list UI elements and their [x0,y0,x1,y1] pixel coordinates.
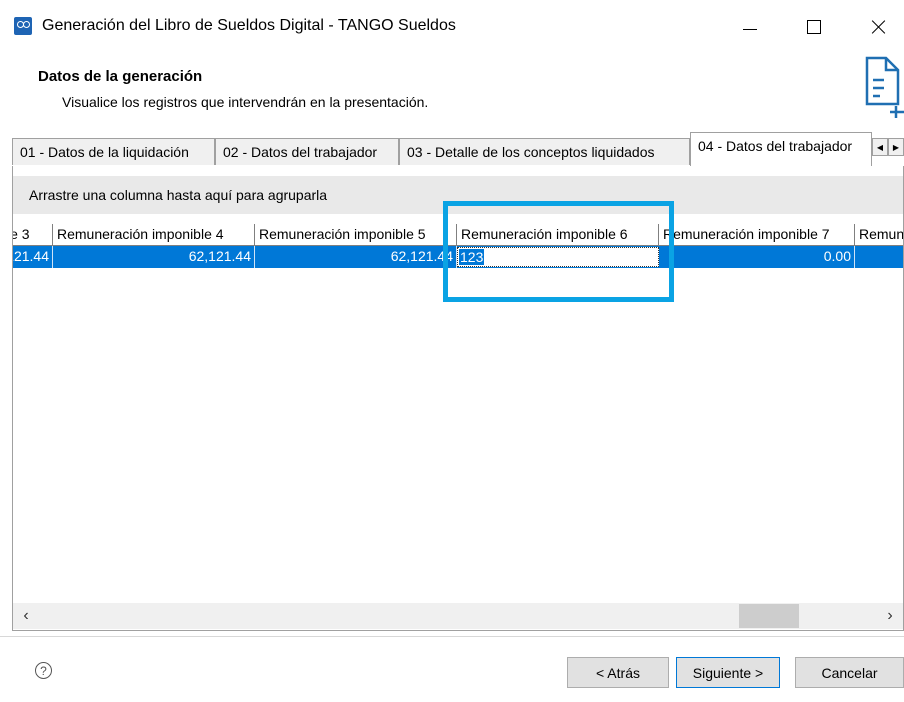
tab-scroll-left-button[interactable]: ◀ [872,138,888,156]
group-by-hint: Arrastre una columna hasta aquí para agr… [29,187,328,203]
column-header-remuneracion-3[interactable]: Remuneración imponible 3 [13,224,53,246]
grid-header: Remuneración imponible 3 Remuneración im… [13,224,903,246]
close-button[interactable] [850,0,904,54]
tab-datos-liquidacion[interactable]: 01 - Datos de la liquidación [12,138,215,165]
document-add-icon [865,56,904,118]
maximize-button[interactable] [786,0,842,54]
title-bar: Generación del Libro de Sueldos Digital … [0,0,904,54]
footer-divider [0,636,904,637]
maximize-icon [807,20,821,34]
minimize-button[interactable] [722,0,778,54]
cell-remuneracion-5[interactable]: 62,121.44 [255,246,457,268]
grid-panel: Arrastre una columna hasta aquí para agr… [12,166,904,631]
next-button[interactable]: Siguiente > [676,657,780,688]
minimize-icon [743,28,757,30]
column-header-remuneracion-5[interactable]: Remuneración imponible 5 [255,224,457,246]
arrow-right-icon: ▶ [892,142,900,152]
back-button[interactable]: < Atrás [567,657,669,688]
scrollbar-thumb[interactable] [739,604,799,628]
cell-remuneracion-4[interactable]: 62,121.44 [53,246,255,268]
scroll-left-icon[interactable]: ‹ [13,603,39,629]
help-icon[interactable]: ? [35,662,52,679]
header-subtitle: Visualice los registros que intervendrán… [62,94,429,110]
tab-scroll-right-button[interactable]: ▶ [888,138,904,156]
cell-remuneracion-7[interactable]: 0.00 [659,246,855,268]
tab-datos-trabajador-2[interactable]: 04 - Datos del trabajador [690,132,872,166]
tab-datos-trabajador[interactable]: 02 - Datos del trabajador [215,138,399,165]
window-title: Generación del Libro de Sueldos Digital … [42,17,456,34]
cell-remuneracion-8[interactable] [855,246,903,268]
column-header-remuneracion-7[interactable]: Remuneración imponible 7 [659,224,855,246]
cell-remuneracion-3[interactable]: 62,121.44 [13,246,53,268]
column-header-remuneracion-4[interactable]: Remuneración imponible 4 [53,224,255,246]
column-header-remuneracion-8[interactable]: Remuneración imponible 8 [855,224,903,246]
cancel-button[interactable]: Cancelar [795,657,904,688]
horizontal-scrollbar[interactable]: ‹ › [13,603,903,629]
table-row[interactable]: 62,121.44 62,121.44 62,121.44 123 0.00 [13,246,903,268]
tab-strip: 01 - Datos de la liquidación 02 - Datos … [12,132,904,167]
arrow-left-icon: ◀ [876,142,884,152]
tab-detalle-conceptos[interactable]: 03 - Detalle de los conceptos liquidados [399,138,690,165]
scroll-right-icon[interactable]: › [877,603,903,629]
close-icon [871,20,885,34]
app-icon [14,17,32,35]
cell-editor-remuneracion-6[interactable]: 123 [457,247,659,267]
group-by-panel[interactable]: Arrastre una columna hasta aquí para agr… [13,176,903,214]
column-header-remuneracion-6[interactable]: Remuneración imponible 6 [457,224,659,246]
cell-editor-value: 123 [459,249,485,265]
header-title: Datos de la generación [38,68,203,85]
